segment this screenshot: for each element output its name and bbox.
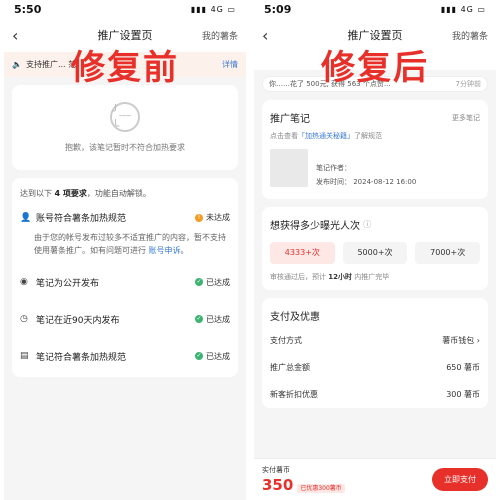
notice-bar: 🔈 支持推广... 范。 详情 [4, 52, 246, 78]
exposure-option[interactable]: 5000+次 [342, 241, 408, 264]
requirement-item: 👤 账号符合薯条加热规范 ! 未达成 [20, 212, 230, 225]
blocked-message: 抱歉，该笔记暂时不符合加热要求 [65, 143, 185, 153]
requirement-item: ◉ 笔记为公开发布 ✓ 已达成 [20, 277, 230, 289]
blocked-card: ╯﹏╰ 抱歉，该笔记暂时不符合加热要求 [12, 85, 238, 171]
status-badge: ✓ 已达成 [195, 351, 230, 361]
promo-ticker: 你……花了 500元, 获得 563 个点赞... 7分钟前 [262, 76, 488, 92]
section-title: 支付及优惠 [270, 311, 320, 323]
section-title: 推广笔记 更多笔记 [270, 113, 480, 126]
requirement-desc: 由于您的帐号发布过较多不适宜推广的内容，暂不支持使用薯条推广。如有问题可进行 账… [34, 233, 226, 255]
after-panel: 5:09 ▮▮▮ 4G ▭ ‹ 推广设置页 我的薯条 修复后 你……花了 500… [254, 0, 496, 500]
exposure-option[interactable]: 7000+次 [415, 241, 481, 264]
note-card: 推广笔记 更多笔记 点击查看「加热通关秘籍」了解规范 笔记作者： 发布时间： 2… [262, 100, 488, 199]
document-icon: ▤ [20, 351, 29, 362]
exposure-options: 4333+次 5000+次 7000+次 [262, 236, 488, 270]
notice-text: 支持推广... 范。 [25, 60, 85, 69]
notice-more-link[interactable]: 详情 [222, 59, 238, 70]
exposure-card: 想获得多少曝光人次 ⓘ 4333+次 5000+次 7000+次 审核通过后，预… [262, 206, 488, 290]
total-amount-row: 推广总金额 650 薯币 [270, 362, 480, 372]
note-thumbnail [270, 149, 308, 187]
pay-footer: 实付薯币 350 已优惠300薯币 立即支付 [254, 458, 496, 500]
page-title: 推广设置页 [347, 29, 403, 42]
status-badge: ✓ 已达成 [195, 314, 230, 324]
page-title: 推广设置页 [97, 29, 153, 42]
user-icon: 👤 [20, 212, 32, 223]
exposure-option[interactable]: 4333+次 [270, 241, 335, 264]
pay-method-row[interactable]: 支付方式 薯币钱包 › [262, 327, 488, 354]
check-icon: ✓ [195, 352, 203, 361]
requirement-item: ◷ 笔记在近90天内发布 ✓ 已达成 [20, 314, 230, 326]
estimate-text: 审核通过后，预计 12小时 内推广完毕 [270, 272, 390, 281]
footer-label: 实付薯币 [262, 466, 290, 474]
pay-now-button[interactable]: 立即支付 [432, 468, 488, 491]
more-notes-link[interactable]: 更多笔记 [452, 113, 480, 123]
status-bar: 5:09 ▮▮▮ 4G ▭ [254, 0, 496, 18]
appeal-link[interactable]: 账号申诉 [149, 246, 181, 255]
warning-icon: ! [195, 213, 203, 222]
note-item[interactable]: 笔记作者： 发布时间： 2024-08-12 16:00 [262, 143, 488, 195]
sad-face-icon: ╯﹏╰ [110, 102, 140, 133]
discount-badge: 已优惠300薯币 [297, 484, 345, 493]
before-panel: 5:50 ▮▮▮ 4G ▭ ‹ 推广设置页 我的薯条 修复前 🔈 支持推广...… [4, 0, 246, 500]
requirement-item: ▤ 笔记符合薯条加热规范 ✓ 已达成 [20, 351, 230, 363]
status-time: 5:09 [264, 2, 292, 16]
requirements-card: 达到以下 4 项要求，功能自动解锁。 👤 账号符合薯条加热规范 ! 未达成 由于您… [12, 178, 238, 377]
help-icon: ⓘ [363, 219, 372, 229]
requirements-header: 达到以下 4 项要求，功能自动解锁。 [20, 189, 151, 199]
clock-icon: ◷ [20, 314, 28, 325]
footer-amount: 350 [262, 476, 294, 494]
status-time: 5:50 [14, 2, 42, 16]
status-badge: ! 未达成 [195, 212, 230, 223]
guide-hint: 点击查看「加热通关秘籍」了解规范 [270, 132, 382, 140]
check-icon: ✓ [195, 278, 203, 287]
guide-link[interactable]: 「加热通关秘籍」 [298, 132, 354, 140]
speaker-icon: 🔈 [12, 60, 22, 69]
signal-indicator: ▮▮▮ 4G ▭ [190, 4, 236, 14]
payment-card: 支付及优惠 支付方式 薯币钱包 › 推广总金额 650 薯币 新客折扣优惠 300 薯… [262, 297, 488, 408]
check-icon: ✓ [195, 315, 203, 324]
section-title: 想获得多少曝光人次 ⓘ [270, 219, 372, 232]
status-bar: 5:50 ▮▮▮ 4G ▭ [4, 0, 246, 18]
nav-bar: ‹ 推广设置页 我的薯条 [254, 18, 496, 52]
discount-row: 新客折扣优惠 300 薯币 [270, 389, 480, 399]
eye-icon: ◉ [20, 277, 28, 288]
signal-indicator: ▮▮▮ 4G ▭ [440, 4, 486, 14]
tab-strip [254, 52, 496, 70]
note-meta: 笔记作者： 发布时间： 2024-08-12 16:00 [316, 164, 417, 186]
status-badge: ✓ 已达成 [195, 277, 230, 287]
nav-bar: ‹ 推广设置页 我的薯条 [4, 18, 246, 52]
